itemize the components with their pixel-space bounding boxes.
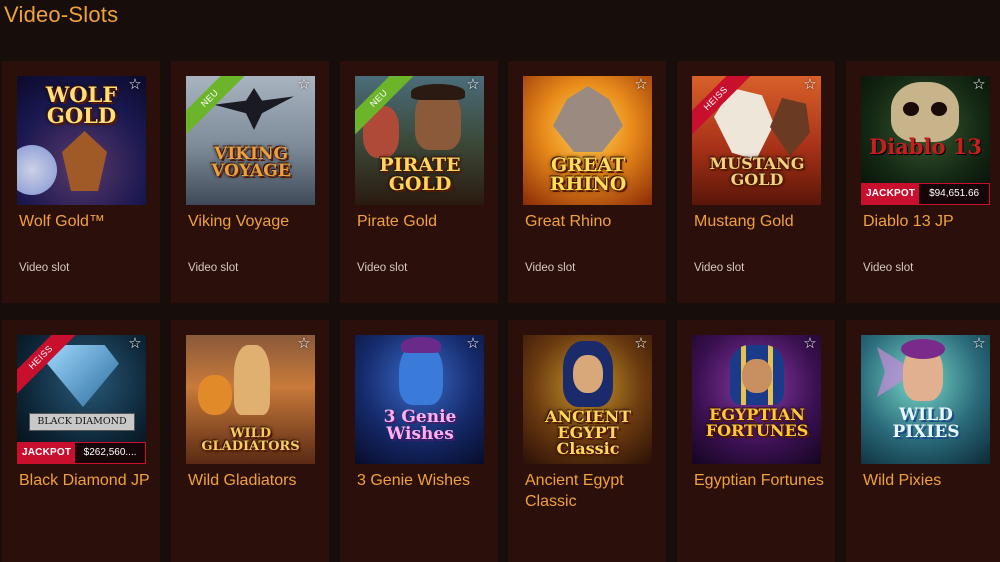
game-thumbnail[interactable]: Diablo 13 JACKPOT $94,651.66 ☆ [861,76,990,205]
game-card-wild-pixies[interactable]: WILD PIXIES ☆ Wild Pixies [846,320,1000,562]
game-card-ancient-egypt-classic[interactable]: ANCIENT EGYPT Classic ☆ Ancient Egypt Cl… [508,320,666,562]
favorite-star-icon[interactable]: ☆ [971,336,987,352]
favorite-star-icon[interactable]: ☆ [465,336,481,352]
game-thumbnail[interactable]: MUSTANG GOLD HEISS ☆ [692,76,821,205]
game-type: Video slot [694,262,745,274]
wild-gladiators-art: WILD GLADIATORS [186,335,315,464]
game-card-wild-gladiators[interactable]: WILD GLADIATORS ☆ Wild Gladiators [171,320,329,562]
great-rhino-art: GREAT RHINO [523,76,652,205]
game-title[interactable]: Wild Pixies [863,470,1000,491]
game-title[interactable]: Wild Gladiators [188,470,328,491]
game-thumbnail[interactable]: VIKING VOYAGE NEU ☆ [186,76,315,205]
jackpot-value: $94,651.66 [929,188,980,199]
game-thumbnail[interactable]: GREAT RHINO ☆ [523,76,652,205]
page-title: Video-Slots [4,2,119,27]
game-card-wolf-gold[interactable]: WOLF GOLD ☆ Wolf Gold™ Video slot [2,61,160,303]
game-type: Video slot [863,262,914,274]
ancient-egypt-art: ANCIENT EGYPT Classic [523,335,652,464]
favorite-star-icon[interactable]: ☆ [971,77,987,93]
game-card-viking-voyage[interactable]: VIKING VOYAGE NEU ☆ Viking Voyage Video … [171,61,329,303]
genie-wishes-art: 3 Genie Wishes [355,335,484,464]
game-title[interactable]: Viking Voyage [188,211,328,232]
game-title[interactable]: Wolf Gold™ [19,211,159,232]
game-title[interactable]: 3 Genie Wishes [357,470,497,491]
game-card-mustang-gold[interactable]: MUSTANG GOLD HEISS ☆ Mustang Gold Video … [677,61,835,303]
game-card-3-genie-wishes[interactable]: 3 Genie Wishes ☆ 3 Genie Wishes [340,320,498,562]
game-title[interactable]: Egyptian Fortunes [694,470,834,491]
game-title[interactable]: Ancient Egypt Classic [525,470,665,512]
favorite-star-icon[interactable]: ☆ [296,336,312,352]
wild-pixies-art: WILD PIXIES [861,335,990,464]
game-thumbnail[interactable]: ANCIENT EGYPT Classic ☆ [523,335,652,464]
game-title[interactable]: Black Diamond JP [19,470,159,491]
game-thumbnail[interactable]: PIRATE GOLD NEU ☆ [355,76,484,205]
egyptian-fortunes-art: EGYPTIAN FORTUNES [692,335,821,464]
favorite-star-icon[interactable]: ☆ [633,336,649,352]
jackpot-value: $262,560.... [83,447,137,458]
game-thumbnail[interactable]: BLACK DIAMOND HEISS JACKPOT $262,560....… [17,335,146,464]
wolf-gold-art: WOLF GOLD [17,76,146,205]
game-type: Video slot [19,262,70,274]
favorite-star-icon[interactable]: ☆ [127,336,143,352]
jackpot-label: JACKPOT [18,443,76,463]
favorite-star-icon[interactable]: ☆ [633,77,649,93]
jackpot-banner: JACKPOT $262,560.... [17,442,146,464]
game-thumbnail[interactable]: EGYPTIAN FORTUNES ☆ [692,335,821,464]
game-card-black-diamond[interactable]: BLACK DIAMOND HEISS JACKPOT $262,560....… [2,320,160,562]
game-grid: WOLF GOLD ☆ Wolf Gold™ Video slot VIKING… [0,61,1000,562]
game-type: Video slot [357,262,408,274]
game-card-diablo-13[interactable]: Diablo 13 JACKPOT $94,651.66 ☆ Diablo 13… [846,61,1000,303]
game-card-egyptian-fortunes[interactable]: EGYPTIAN FORTUNES ☆ Egyptian Fortunes [677,320,835,562]
favorite-star-icon[interactable]: ☆ [802,77,818,93]
game-type: Video slot [525,262,576,274]
favorite-star-icon[interactable]: ☆ [465,77,481,93]
game-thumbnail[interactable]: WILD PIXIES ☆ [861,335,990,464]
game-type: Video slot [188,262,239,274]
game-title[interactable]: Diablo 13 JP [863,211,1000,232]
jackpot-label: JACKPOT [862,184,920,204]
game-thumbnail[interactable]: 3 Genie Wishes ☆ [355,335,484,464]
game-card-pirate-gold[interactable]: PIRATE GOLD NEU ☆ Pirate Gold Video slot [340,61,498,303]
game-title[interactable]: Mustang Gold [694,211,834,232]
game-thumbnail[interactable]: WOLF GOLD ☆ [17,76,146,205]
game-thumbnail[interactable]: WILD GLADIATORS ☆ [186,335,315,464]
game-card-great-rhino[interactable]: GREAT RHINO ☆ Great Rhino Video slot [508,61,666,303]
jackpot-banner: JACKPOT $94,651.66 [861,183,990,205]
black-diamond-logo: BLACK DIAMOND [29,413,135,431]
game-title[interactable]: Pirate Gold [357,211,497,232]
favorite-star-icon[interactable]: ☆ [127,77,143,93]
favorite-star-icon[interactable]: ☆ [296,77,312,93]
game-title[interactable]: Great Rhino [525,211,665,232]
favorite-star-icon[interactable]: ☆ [802,336,818,352]
